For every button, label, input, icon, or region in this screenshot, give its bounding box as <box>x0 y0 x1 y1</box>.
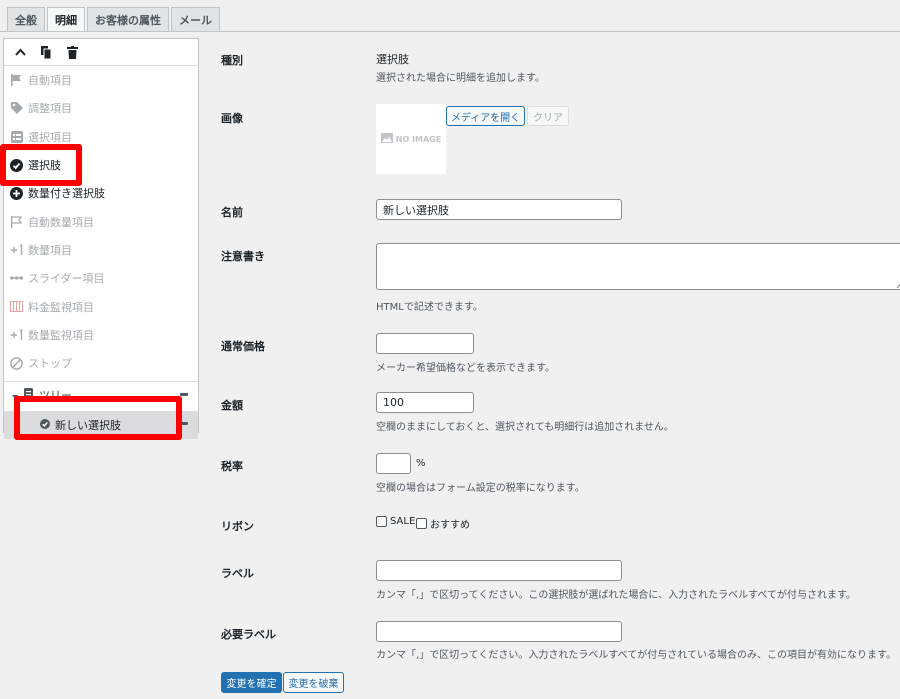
list-item-label: 数量項目 <box>28 243 72 257</box>
chevron-down-icon[interactable] <box>12 389 18 402</box>
required-labels-label: 必要ラベル <box>221 628 276 641</box>
plus-one-icon <box>10 328 23 341</box>
list-item-quantity[interactable]: 数量項目 <box>4 236 198 264</box>
list-item-label: 料金監視項目 <box>28 300 94 314</box>
ribbon-sale-checkbox[interactable]: SALE <box>376 516 415 527</box>
tab-mail[interactable]: メール <box>171 7 220 31</box>
required-labels-hint: カンマ「,」で区切ってください。入力されたラベルすべてが付与されている場合のみ、… <box>376 650 896 661</box>
tab-bar: 全般 明細 お客様の属性 メール <box>7 7 220 31</box>
clear-image-button[interactable]: クリア <box>527 106 569 126</box>
item-palette-panel: 自動項目 調整項目 選択項目 選択肢 数量付き選択肢 自動数量項目 数量項目 ス… <box>3 38 199 440</box>
type-hint: 選択された場合に明細を追加します。 <box>376 73 545 84</box>
amount-label: 金額 <box>221 399 243 412</box>
amount-input[interactable] <box>376 392 474 413</box>
note-label: 注意書き <box>221 250 265 263</box>
checkbox-box[interactable] <box>376 516 387 527</box>
plus-circle-icon <box>10 186 23 200</box>
name-input[interactable] <box>376 199 622 220</box>
list-price-label: 通常価格 <box>221 340 265 353</box>
ribbon-label: リボン <box>221 520 254 533</box>
tax-percent-unit: % <box>416 458 426 469</box>
list-item-label: 調整項目 <box>28 102 72 116</box>
list-item-auto-quantity[interactable]: 自動数量項目 <box>4 207 198 235</box>
list-item-select[interactable]: 選択項目 <box>4 123 198 151</box>
list-price-input[interactable] <box>376 333 474 354</box>
trash-icon[interactable] <box>65 45 79 59</box>
list-item-fee-monitor[interactable]: 料金監視項目 <box>4 292 198 320</box>
panel-toolbar <box>4 39 198 66</box>
note-hint: HTMLで記述できます。 <box>376 302 483 313</box>
image-label: 画像 <box>221 112 243 125</box>
list-item-slider[interactable]: スライダー項目 <box>4 264 198 292</box>
list-item-quantity-monitor[interactable]: 数量監視項目 <box>4 321 198 349</box>
type-label: 種別 <box>221 54 243 67</box>
tree-child-label: 新しい選択肢 <box>55 419 121 433</box>
image-icon <box>380 133 393 145</box>
tree-doc-icon <box>24 388 33 402</box>
type-value: 選択肢 <box>376 53 409 66</box>
apply-changes-button[interactable]: 変更を確定 <box>221 672 282 693</box>
required-labels-input[interactable] <box>376 621 622 642</box>
plus-one-icon <box>10 243 23 256</box>
list-item-label: 数量監視項目 <box>28 328 94 342</box>
item-type-list: 自動項目 調整項目 選択項目 選択肢 数量付き選択肢 自動数量項目 数量項目 ス… <box>4 66 198 377</box>
grid-icon <box>10 300 23 313</box>
duplicate-icon[interactable] <box>39 45 53 59</box>
image-placeholder: NO IMAGE <box>376 104 446 174</box>
name-label: 名前 <box>221 206 243 219</box>
ribbon-recommend-checkbox[interactable]: おすすめ <box>416 516 470 531</box>
list-price-hint: メーカー希望価格などを表示できます。 <box>376 363 555 374</box>
flag-outline-icon <box>10 215 23 228</box>
tree-root[interactable]: ツリー <box>4 382 198 408</box>
tab-divider <box>0 31 900 32</box>
amount-hint: 空欄のままにしておくと、選択されても明細行は追加されません。 <box>376 422 674 433</box>
tag-icon <box>10 102 23 115</box>
list-item-label: 自動項目 <box>28 74 72 88</box>
check-circle-icon <box>10 158 23 172</box>
list-item-label: 選択項目 <box>28 130 72 144</box>
note-textarea[interactable] <box>376 243 900 290</box>
stop-icon <box>10 356 23 370</box>
tax-rate-hint: 空欄の場合はフォーム設定の税率になります。 <box>376 483 585 494</box>
slider-icon <box>10 272 23 285</box>
tree-root-label: ツリー <box>39 389 72 403</box>
checkbox-box[interactable] <box>416 518 427 529</box>
no-image-text: NO IMAGE <box>395 134 442 144</box>
collapse-chevron-up-icon[interactable] <box>13 45 27 59</box>
ribbon-recommend-label: おすすめ <box>430 520 470 531</box>
collapse-minus-icon[interactable] <box>180 393 188 397</box>
ribbon-sale-label: SALE <box>390 516 416 527</box>
list-item-quantity-option[interactable]: 数量付き選択肢 <box>4 179 198 207</box>
flag-icon <box>10 74 23 87</box>
tax-rate-label: 税率 <box>221 460 243 473</box>
open-media-button[interactable]: メディアを開く <box>446 106 525 126</box>
list-item-label: 自動数量項目 <box>28 215 94 229</box>
tree-child-new-option[interactable]: 新しい選択肢 <box>4 411 198 440</box>
labels-input[interactable] <box>376 560 622 581</box>
list-item-auto[interactable]: 自動項目 <box>4 66 198 94</box>
labels-label: ラベル <box>221 567 254 580</box>
list-icon <box>10 130 23 143</box>
list-item-label: 数量付き選択肢 <box>28 187 105 201</box>
list-item-stop[interactable]: ストップ <box>4 349 198 377</box>
discard-changes-button[interactable]: 変更を破棄 <box>283 672 344 693</box>
remove-minus-icon[interactable] <box>180 422 188 426</box>
list-item-option[interactable]: 選択肢 <box>4 151 198 179</box>
tax-rate-input[interactable] <box>376 453 411 474</box>
labels-hint: カンマ「,」で区切ってください。この選択肢が選ばれた場合に、入力されたラベルすべ… <box>376 590 856 601</box>
tab-general[interactable]: 全般 <box>7 7 45 31</box>
list-item-label: 選択肢 <box>28 159 61 173</box>
tab-customer-attributes[interactable]: お客様の属性 <box>87 7 169 31</box>
check-circle-icon <box>40 418 50 432</box>
list-item-label: スライダー項目 <box>28 272 105 286</box>
list-item-label: ストップ <box>28 357 72 371</box>
tab-details[interactable]: 明細 <box>47 7 85 31</box>
list-item-adjust[interactable]: 調整項目 <box>4 94 198 122</box>
